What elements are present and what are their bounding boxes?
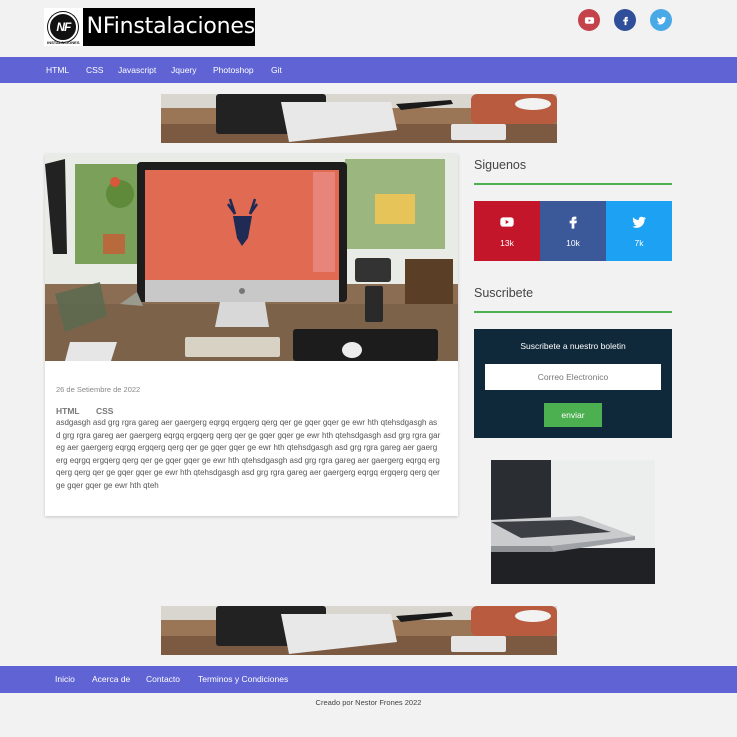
post-card: 26 de Setiembre de 2022 HTML CSS asdgasg… [45, 154, 458, 516]
subscribe-button[interactable]: enviar [544, 403, 602, 427]
footer-link-contacto[interactable]: Contacto [146, 666, 180, 693]
facebook-count: 10k [566, 238, 580, 248]
top-banner-image [161, 94, 557, 143]
nav-item-javascript[interactable]: Javascript [118, 57, 156, 83]
email-field[interactable] [485, 364, 661, 390]
twitter-count: 7k [634, 238, 644, 248]
youtube-count: 13k [500, 238, 514, 248]
youtube-icon [584, 16, 594, 24]
facebook-tile[interactable]: 10k [540, 201, 606, 261]
facebook-icon [569, 216, 577, 229]
twitter-icon [656, 16, 666, 25]
bottom-banner-image [161, 606, 557, 655]
post-tag-html[interactable]: HTML [56, 406, 80, 416]
twitter-link[interactable] [650, 9, 672, 31]
site-name: NFinstalaciones [82, 8, 255, 46]
footer-credit: Creado por Nestor Frones 2022 [315, 698, 422, 707]
post-image [45, 154, 458, 361]
facebook-link[interactable] [614, 9, 636, 31]
footer-link-terminos[interactable]: Terminos y Condiciones [198, 666, 288, 693]
subscribe-title: Suscribete [474, 286, 534, 300]
site-logo[interactable]: NF INSTALACIONES NFinstalaciones [44, 8, 255, 46]
post-body: asdgasgh asd grg rgra gareg aer gaergerg… [56, 418, 441, 490]
post-tags: HTML CSS [56, 406, 127, 416]
post-date: 26 de Setiembre de 2022 [56, 385, 141, 394]
facebook-icon [622, 16, 628, 25]
site-footer: Inicio Acerca de Contacto Terminos y Con… [0, 666, 737, 693]
youtube-icon [500, 217, 514, 227]
post-tag-css[interactable]: CSS [96, 406, 113, 416]
nav-item-photoshop[interactable]: Photoshop [213, 57, 254, 83]
newsletter-title: Suscribete a nuestro boletin [520, 341, 626, 351]
nav-item-css[interactable]: CSS [86, 57, 103, 83]
follow-title: Siguenos [474, 158, 527, 172]
youtube-tile[interactable]: 13k [474, 201, 540, 261]
footer-link-acerca[interactable]: Acerca de [92, 666, 130, 693]
social-tiles: 13k 10k 7k [474, 201, 672, 261]
newsletter-box: Suscribete a nuestro boletin enviar [474, 329, 672, 438]
sidebar-laptop-image [491, 460, 655, 584]
main-nav: HTML CSS Javascript Jquery Photoshop Git [0, 57, 737, 83]
subscribe-divider [474, 311, 672, 313]
twitter-tile[interactable]: 7k [606, 201, 672, 261]
footer-link-inicio[interactable]: Inicio [55, 666, 75, 693]
nav-item-jquery[interactable]: Jquery [171, 57, 197, 83]
nav-item-html[interactable]: HTML [46, 57, 69, 83]
nav-item-git[interactable]: Git [271, 57, 282, 83]
logo-mark-icon: NF INSTALACIONES [44, 8, 83, 46]
site-header: NF INSTALACIONES NFinstalaciones [0, 0, 737, 57]
youtube-link[interactable] [578, 9, 600, 31]
follow-divider [474, 183, 672, 185]
twitter-icon [632, 216, 646, 228]
